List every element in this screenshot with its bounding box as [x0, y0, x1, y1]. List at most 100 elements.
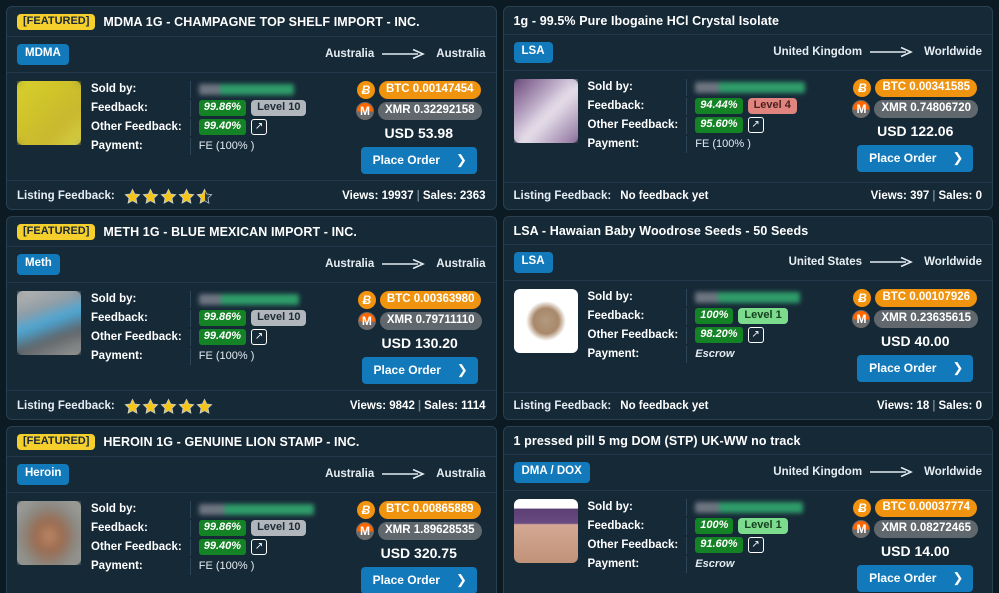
bitcoin-icon: Ƀ	[357, 290, 376, 309]
category-badge[interactable]: Meth	[17, 254, 60, 275]
feedback-percent: 94.44%	[695, 97, 743, 115]
sold-by-label: Sold by:	[91, 83, 137, 95]
other-feedback-label: Other Feedback:	[587, 539, 679, 551]
place-order-button[interactable]: Place Order ❯	[361, 356, 478, 384]
place-order-button[interactable]: Place Order ❯	[360, 146, 477, 174]
feedback-percent: 99.86%	[198, 519, 247, 537]
payment-type: FE (100% )	[198, 140, 255, 152]
xmr-price: XMR 0.79711110	[379, 311, 482, 330]
xmr-price: XMR 0.74806720	[874, 99, 978, 118]
views-count: 19937	[381, 190, 414, 203]
seller-name-value[interactable]	[189, 290, 307, 308]
payment-value: FE (100% )	[189, 557, 314, 575]
place-order-label: Place Order	[869, 150, 937, 165]
seller-name-value[interactable]	[686, 288, 801, 306]
other-feedback-label: Other Feedback:	[91, 541, 182, 553]
price-column: Ƀ BTC 0.00037774 M XMR 0.08272465 USD 14.00 P…	[852, 498, 982, 592]
rating-stars	[124, 398, 213, 415]
xmr-price-row: M XMR 0.74806720	[852, 99, 978, 118]
listing-title-row: LSA - Hawaian Baby Woodrose Seeds - 50 S…	[503, 217, 992, 245]
payment-label: Payment:	[587, 138, 640, 150]
payment-type: FE (100% )	[198, 350, 255, 362]
category-badge[interactable]: Heroin	[17, 464, 70, 485]
external-link-icon[interactable]: ↗	[251, 539, 268, 555]
seller-name-value[interactable]	[189, 500, 314, 518]
external-link-icon[interactable]: ↗	[747, 537, 764, 553]
seller-level-badge: Level 10	[251, 309, 307, 327]
seller-name-redacted	[695, 291, 801, 303]
shipping-route: United Kingdom Worldwide	[773, 46, 982, 58]
feedback-label: Feedback:	[587, 520, 645, 532]
external-link-icon[interactable]: ↗	[747, 117, 764, 133]
listing-card[interactable]: [FEATURED] METH 1G - BLUE MEXICAN IMPORT …	[6, 216, 497, 420]
other-feedback-percent: 99.40%	[198, 118, 247, 136]
listing-title[interactable]: 1 pressed pill 5 mg DOM (STP) UK-WW no t…	[514, 434, 801, 448]
seller-name-value[interactable]	[686, 78, 806, 96]
listing-card[interactable]: 1g - 99.5% Pure Ibogaine HCl Crystal Iso…	[502, 6, 993, 210]
external-link-icon[interactable]: ↗	[251, 329, 268, 345]
listing-title-row: [FEATURED] METH 1G - BLUE MEXICAN IMPORT …	[7, 217, 496, 247]
sold-by-label: Sold by:	[91, 503, 137, 515]
listing-card[interactable]: 1 pressed pill 5 mg DOM (STP) UK-WW no t…	[502, 426, 993, 593]
listing-card[interactable]: LSA - Hawaian Baby Woodrose Seeds - 50 S…	[502, 216, 993, 420]
listing-title[interactable]: HEROIN 1G - GENUINE LION STAMP - INC.	[103, 435, 359, 449]
monero-icon: M	[355, 521, 374, 540]
chevron-right-icon: ❯	[456, 361, 468, 377]
listing-title[interactable]: 1g - 99.5% Pure Ibogaine HCl Crystal Iso…	[514, 14, 780, 28]
seller-level-badge: Level 10	[251, 519, 307, 537]
place-order-label: Place Order	[869, 360, 937, 375]
place-order-button[interactable]: Place Order ❯	[857, 564, 974, 592]
product-thumbnail[interactable]	[17, 80, 81, 145]
xmr-price-row: M XMR 0.08272465	[852, 519, 978, 538]
seller-name-value[interactable]	[189, 80, 307, 98]
listing-title[interactable]: MDMA 1G - CHAMPAGNE TOP SHELF IMPORT - I…	[103, 15, 419, 29]
feedback-percent: 100%	[695, 517, 734, 535]
seller-info: Sold by: Feedback: 100% Level 1 Other Feedba…	[587, 288, 801, 363]
star-icon	[178, 398, 195, 415]
stats-separator: |	[416, 190, 420, 203]
sales-label: Sales:	[424, 400, 458, 413]
category-badge[interactable]: LSA	[513, 42, 553, 63]
listing-card[interactable]: [FEATURED] HEROIN 1G - GENUINE LION STAMP…	[6, 426, 497, 593]
external-link-icon[interactable]: ↗	[251, 119, 268, 135]
payment-type: Escrow	[695, 558, 735, 570]
listing-body: Sold by: Feedback: 94.44% Level 4 Other Feed…	[504, 71, 993, 183]
feedback-label: Feedback:	[587, 100, 645, 112]
price-column: Ƀ BTC 0.00147454 M XMR 0.32292158 USD 53.98 P…	[355, 80, 486, 174]
category-badge[interactable]: DMA / DOX	[513, 462, 590, 483]
other-feedback-percent: 91.60%	[695, 536, 743, 554]
external-link-icon[interactable]: ↗	[747, 327, 764, 343]
payment-label: Payment:	[587, 348, 640, 360]
product-thumbnail[interactable]	[17, 290, 81, 355]
payment-value: Escrow	[686, 555, 803, 573]
ship-arrow-icon	[870, 257, 916, 268]
product-thumbnail[interactable]	[513, 288, 578, 353]
chevron-right-icon: ❯	[952, 359, 964, 375]
seller-name-value[interactable]	[686, 498, 804, 516]
chevron-right-icon: ❯	[952, 149, 964, 165]
ship-to: Worldwide	[924, 466, 982, 479]
ship-from: United States	[788, 256, 863, 269]
category-badge[interactable]: MDMA	[17, 44, 69, 65]
sales-count: 0	[975, 190, 982, 202]
place-order-button[interactable]: Place Order ❯	[857, 354, 974, 382]
other-feedback-value: 99.40% ↗	[189, 328, 307, 346]
product-thumbnail[interactable]	[513, 78, 578, 143]
listing-body: Sold by: Feedback: 99.86% Level 10 Other Fee…	[7, 283, 496, 390]
price-column: Ƀ BTC 0.00107926 M XMR 0.23635615 USD 40.00 P…	[852, 288, 982, 382]
category-badge[interactable]: LSA	[513, 252, 553, 273]
star-icon	[124, 398, 141, 415]
product-thumbnail[interactable]	[17, 500, 81, 565]
listing-card[interactable]: [FEATURED] MDMA 1G - CHAMPAGNE TOP SHELF …	[6, 6, 497, 210]
category-shipping-row: Meth Australia Australia	[7, 247, 496, 283]
place-order-button[interactable]: Place Order ❯	[360, 566, 477, 593]
shipping-route: United States Worldwide	[789, 256, 982, 268]
product-thumbnail[interactable]	[513, 498, 578, 563]
listing-title[interactable]: METH 1G - BLUE MEXICAN IMPORT - INC.	[103, 225, 357, 239]
place-order-button[interactable]: Place Order ❯	[857, 144, 974, 172]
listing-stats: Views: 19937 | Sales: 2363	[342, 190, 485, 202]
category-shipping-row: LSA United States Worldwide	[503, 245, 992, 281]
shipping-route: Australia Australia	[325, 258, 485, 270]
shipping-route: Australia Australia	[325, 468, 485, 480]
listing-title[interactable]: LSA - Hawaian Baby Woodrose Seeds - 50 S…	[514, 224, 809, 238]
